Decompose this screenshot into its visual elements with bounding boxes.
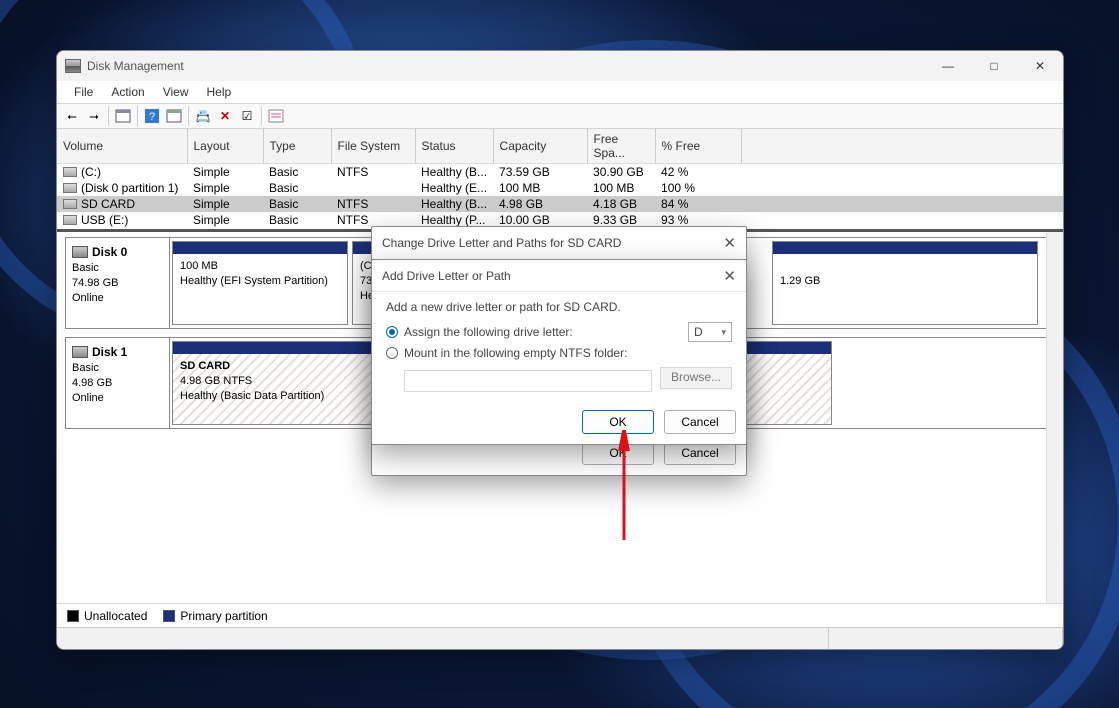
partition[interactable]: 100 MBHealthy (EFI System Partition) xyxy=(172,241,348,325)
minimize-button[interactable]: — xyxy=(925,51,971,81)
back-icon[interactable]: ⭠ xyxy=(61,105,83,127)
app-icon xyxy=(65,59,81,73)
cancel-button[interactable]: Cancel xyxy=(664,410,736,434)
table-row[interactable]: (C:)SimpleBasicNTFSHealthy (B...73.59 GB… xyxy=(57,164,1063,181)
radio-mount-folder[interactable] xyxy=(386,347,398,359)
dialog-add-letter: Add Drive Letter or Path ✕ Add a new dri… xyxy=(371,259,747,445)
ok-button[interactable]: OK xyxy=(582,410,654,434)
refresh-icon[interactable] xyxy=(163,105,185,127)
statusbar xyxy=(57,627,1063,649)
svg-text:?: ? xyxy=(149,111,155,123)
dialog-add-title: Add Drive Letter or Path xyxy=(382,269,511,283)
show-hide-icon[interactable] xyxy=(112,105,134,127)
dialog-change-title: Change Drive Letter and Paths for SD CAR… xyxy=(382,236,621,250)
partition[interactable]: 1.29 GB xyxy=(772,241,1038,325)
table-row[interactable]: SD CARDSimpleBasicNTFSHealthy (B...4.98 … xyxy=(57,196,1063,212)
delete-icon[interactable]: ✕ xyxy=(214,105,236,127)
menu-view[interactable]: View xyxy=(154,83,198,101)
mount-path-input xyxy=(404,370,652,392)
legend: Unallocated Primary partition xyxy=(57,603,1063,627)
titlebar[interactable]: Disk Management — □ ✕ xyxy=(57,51,1063,81)
dialog-subtitle: Add a new drive letter or path for SD CA… xyxy=(386,300,732,314)
legend-primary-swatch xyxy=(163,610,175,622)
volume-table: Volume Layout Type File System Status Ca… xyxy=(57,129,1063,228)
table-row[interactable]: (Disk 0 partition 1)SimpleBasicHealthy (… xyxy=(57,180,1063,196)
browse-button: Browse... xyxy=(660,367,732,389)
menu-file[interactable]: File xyxy=(65,83,102,101)
close-button[interactable]: ✕ xyxy=(1017,51,1063,81)
properties-icon[interactable]: ☑ xyxy=(236,105,258,127)
volume-list-pane: Volume Layout Type File System Status Ca… xyxy=(57,129,1063,229)
window-title: Disk Management xyxy=(87,59,184,73)
scrollbar-vertical[interactable] xyxy=(1046,232,1063,603)
volume-table-header[interactable]: Volume Layout Type File System Status Ca… xyxy=(57,129,1063,164)
menu-action[interactable]: Action xyxy=(102,83,153,101)
forward-icon[interactable]: ⭢ xyxy=(83,105,105,127)
list-icon[interactable] xyxy=(265,105,287,127)
help-icon[interactable]: ? xyxy=(141,105,163,127)
close-icon[interactable]: ✕ xyxy=(723,234,736,252)
drive-letter-dropdown[interactable]: D▾ xyxy=(688,322,732,342)
legend-unallocated-swatch xyxy=(67,610,79,622)
settings-icon[interactable]: 📇 xyxy=(192,105,214,127)
menubar: File Action View Help xyxy=(57,81,1063,103)
menu-help[interactable]: Help xyxy=(198,83,241,101)
close-icon[interactable]: ✕ xyxy=(723,267,736,285)
toolbar: ⭠ ⭢ ? 📇 ✕ ☑ xyxy=(57,103,1063,129)
maximize-button[interactable]: □ xyxy=(971,51,1017,81)
radio-assign-letter[interactable] xyxy=(386,326,398,338)
